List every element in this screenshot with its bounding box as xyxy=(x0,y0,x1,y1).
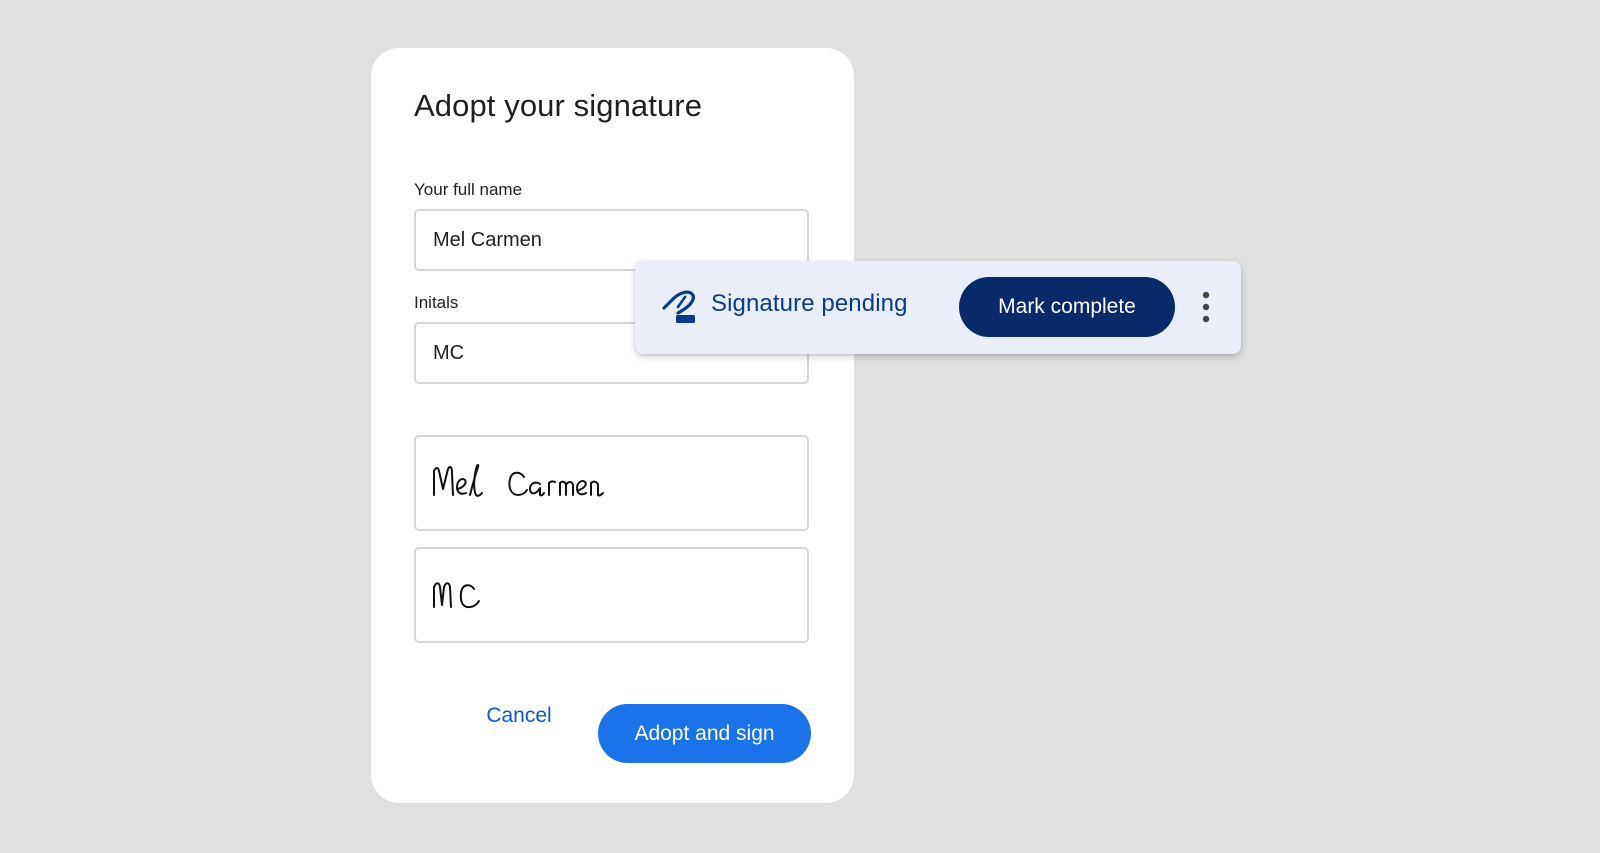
signature-status-chip: Signature pending Mark complete xyxy=(635,261,1241,354)
dialog-title: Adopt your signature xyxy=(414,88,703,123)
adopt-and-sign-button[interactable]: Adopt and sign xyxy=(598,704,811,763)
adopt-signature-dialog: Adopt your signature Your full name Init… xyxy=(371,48,854,803)
cancel-button[interactable]: Cancel xyxy=(471,698,567,734)
initials-preview-box[interactable] xyxy=(414,547,809,643)
signature-preview xyxy=(433,463,604,497)
initials-label: Initals xyxy=(414,293,459,312)
signature-status-text: Signature pending xyxy=(711,290,908,317)
signature-preview-box[interactable] xyxy=(414,435,809,531)
more-vert-icon[interactable] xyxy=(1188,285,1224,329)
initials-preview xyxy=(433,582,480,609)
mark-complete-button[interactable]: Mark complete xyxy=(959,277,1175,337)
signature-pen-icon xyxy=(661,288,699,326)
full-name-label: Your full name xyxy=(414,180,523,199)
